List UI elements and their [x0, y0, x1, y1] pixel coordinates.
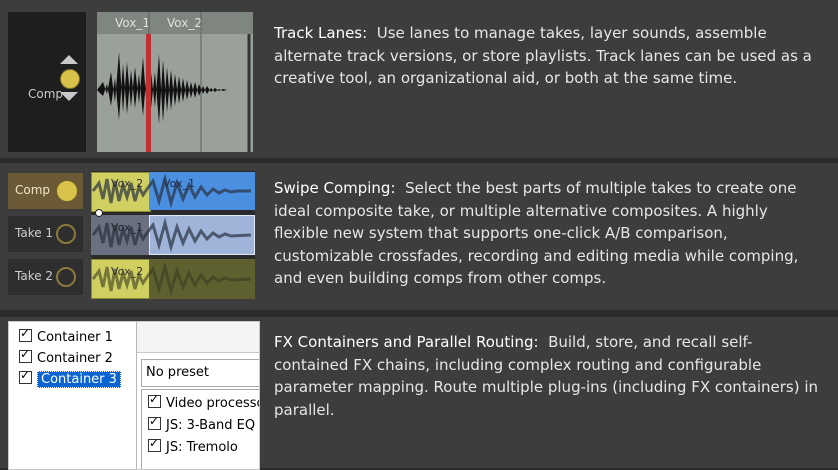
- take1-row-knob-icon[interactable]: [56, 224, 76, 244]
- comping-lanes-area[interactable]: Vox_2 Vox_1 Vox_1 Vox_2: [91, 171, 255, 299]
- container-1-checkbox[interactable]: [19, 326, 32, 342]
- fx-tremolo-label: JS: Tremolo: [166, 440, 238, 455]
- fx-video-checkbox[interactable]: [148, 392, 161, 408]
- fx-chain-window: Container 1 Container 2 Container 3 No p…: [8, 321, 260, 470]
- lane-up-arrow-icon[interactable]: [60, 55, 78, 64]
- container-item-2[interactable]: Container 2: [19, 347, 113, 366]
- fx-tremolo-checkbox[interactable]: [148, 436, 161, 452]
- track-lane-waveform-area[interactable]: Vox_1 Vox_2: [97, 12, 253, 152]
- fx-eq-label: JS: 3-Band EQ: [166, 418, 256, 433]
- fx-item-tremolo[interactable]: JS: Tremolo: [148, 436, 238, 455]
- container-2-checkbox[interactable]: [19, 347, 32, 363]
- container-list: Container 1 Container 2 Container 3: [9, 322, 137, 469]
- fx-eq-checkbox[interactable]: [148, 414, 161, 430]
- track-lanes-description: Track Lanes: Use lanes to manage takes, …: [274, 22, 820, 90]
- track-lanes-title: Track Lanes:: [274, 24, 368, 42]
- comp-knob-icon[interactable]: [60, 69, 80, 89]
- container-item-3[interactable]: Container 3: [19, 368, 121, 388]
- comping-waveforms: [91, 173, 252, 297]
- swipe-comping-description: Swipe Comping: Select the best parts of …: [274, 177, 820, 290]
- preset-value: No preset: [146, 365, 209, 380]
- track-control-panel: Comp: [8, 12, 86, 152]
- fx-item-eq[interactable]: JS: 3-Band EQ: [148, 414, 256, 433]
- take2-row-knob-icon[interactable]: [56, 267, 76, 287]
- fx-toolbar-blank: [137, 322, 259, 353]
- container-3-checkbox[interactable]: [19, 368, 32, 384]
- lane-down-arrow-icon[interactable]: [60, 92, 78, 101]
- take1-row-label: Take 1: [15, 226, 54, 240]
- track-lanes-panel: Comp Vox_1 Vox_2 Track Lanes: Use lanes …: [0, 0, 838, 158]
- fx-list: Video processo JS: 3-Band EQ JS: Tremolo: [141, 389, 260, 469]
- fx-containers-panel: Container 1 Container 2 Container 3 No p…: [0, 317, 838, 470]
- container-1-label: Container 1: [37, 330, 113, 345]
- take2-row-control[interactable]: Take 2: [8, 259, 83, 295]
- comp-row-label: Comp: [15, 183, 51, 197]
- fx-item-video[interactable]: Video processo: [148, 392, 260, 411]
- container-2-label: Container 2: [37, 351, 113, 366]
- swipe-comping-panel: Comp Take 1 Take 2 Vox_2 Vox_1 Vox_1 Vox…: [0, 163, 838, 310]
- comp-row-control[interactable]: Comp: [8, 173, 83, 209]
- comp-row-knob-icon[interactable]: [56, 180, 78, 202]
- preset-dropdown[interactable]: No preset: [141, 359, 259, 387]
- comp-label: Comp: [28, 87, 64, 101]
- fx-containers-title: FX Containers and Parallel Routing:: [274, 333, 539, 351]
- take2-row-label: Take 2: [15, 269, 54, 283]
- waveform-graphic: [97, 12, 251, 152]
- container-3-label: Container 3: [37, 371, 121, 388]
- container-item-1[interactable]: Container 1: [19, 326, 113, 345]
- take1-row-control[interactable]: Take 1: [8, 216, 83, 252]
- fx-containers-description: FX Containers and Parallel Routing: Buil…: [274, 331, 820, 421]
- swipe-comping-title: Swipe Comping:: [274, 179, 396, 197]
- fx-video-label: Video processo: [166, 396, 260, 411]
